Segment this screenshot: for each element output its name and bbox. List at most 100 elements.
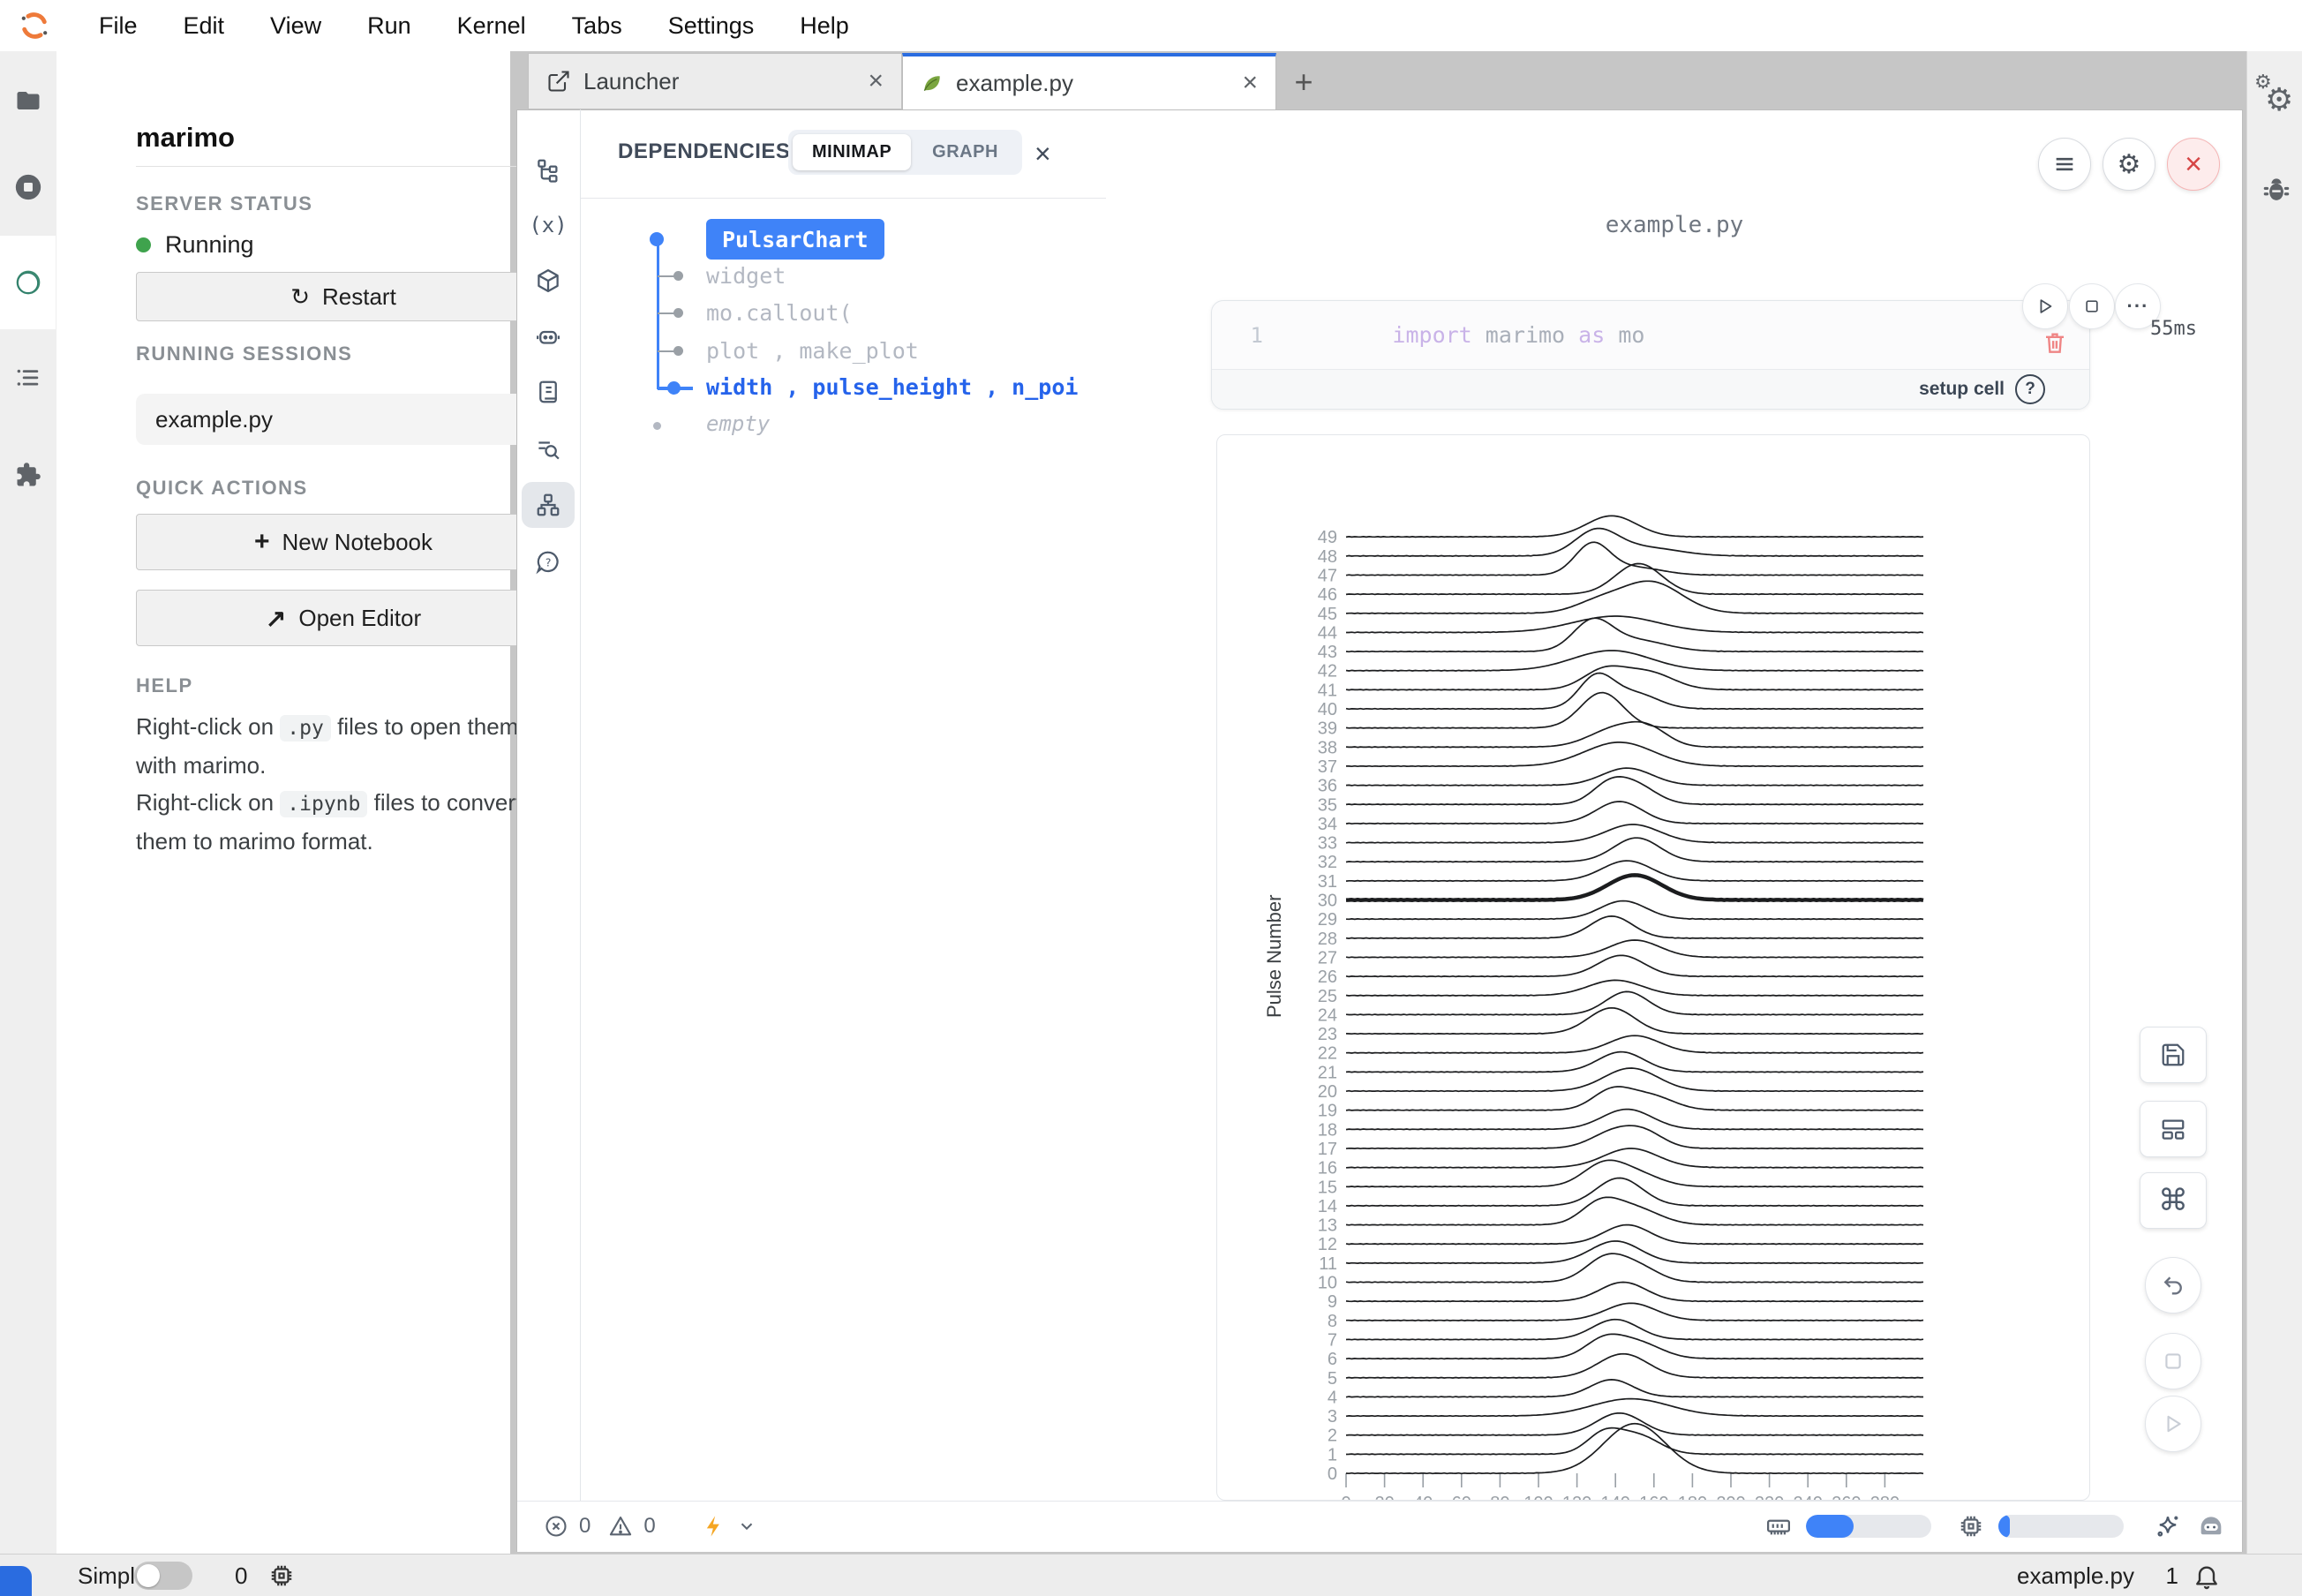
- notification-count: 1: [2166, 1555, 2178, 1596]
- packages-cube-icon[interactable]: [522, 258, 575, 304]
- running-list-icon[interactable]: [0, 360, 56, 395]
- arrow-up-right-icon: ↗: [266, 604, 286, 633]
- save-icon: [2160, 1042, 2186, 1068]
- chart-x-tick: 280: [1870, 1494, 1900, 1501]
- menu-kernel[interactable]: Kernel: [434, 0, 549, 51]
- kernel-chip-icon[interactable]: [268, 1562, 295, 1589]
- dep-node-plot[interactable]: plot , make_plot: [706, 338, 919, 364]
- close-tab-icon[interactable]: ×: [868, 68, 884, 94]
- dependency-graph-icon[interactable]: [522, 482, 575, 528]
- interrupt-button[interactable]: [2145, 1333, 2201, 1389]
- chart-y-tick: 45: [1318, 605, 1337, 624]
- chart-y-tick: 31: [1318, 872, 1337, 892]
- file-browser-icon[interactable]: [0, 83, 56, 118]
- plus-icon: +: [254, 527, 270, 557]
- chart-y-tick: 21: [1318, 1063, 1337, 1082]
- file-tree-icon[interactable]: [522, 147, 575, 193]
- menu-file[interactable]: File: [76, 0, 161, 51]
- ai-sparkle-icon[interactable]: [2154, 1512, 2182, 1540]
- open-editor-button[interactable]: ↗ Open Editor: [136, 590, 551, 646]
- chart-x-tick: 20: [1374, 1494, 1394, 1501]
- chart-x-tick: 40: [1413, 1494, 1433, 1501]
- dep-node-callout[interactable]: mo.callout(: [706, 300, 853, 326]
- property-inspector-gears-icon[interactable]: ⚙ ⚙: [2256, 78, 2295, 117]
- logs-scroll-icon[interactable]: [522, 369, 575, 415]
- bell-icon[interactable]: [2193, 1562, 2221, 1590]
- stop-cell-button[interactable]: [2069, 283, 2115, 329]
- help-bubble-icon[interactable]: ?: [522, 539, 575, 585]
- undo-button[interactable]: [2145, 1257, 2201, 1314]
- debugger-bug-icon[interactable]: [2260, 173, 2293, 207]
- restart-server-button[interactable]: ↻ Restart: [136, 272, 551, 321]
- tree-node-dot: [650, 232, 664, 246]
- menu-view[interactable]: View: [247, 0, 344, 51]
- left-activity-rail: [0, 51, 57, 1554]
- menu-settings[interactable]: Settings: [645, 0, 778, 51]
- stop-sessions-icon[interactable]: [0, 169, 56, 205]
- server-status: Running: [136, 231, 254, 259]
- chart-y-tick: 22: [1318, 1044, 1337, 1064]
- menu-items: File Edit View Run Kernel Tabs Settings …: [76, 0, 872, 51]
- mode-indicator-badge: [0, 1566, 32, 1596]
- chart-y-tick: 27: [1318, 948, 1337, 967]
- menu-edit[interactable]: Edit: [161, 0, 248, 51]
- menu-run[interactable]: Run: [344, 0, 434, 51]
- dep-node-pulsarchart[interactable]: PulsarChart: [706, 219, 884, 260]
- ai-robot-icon[interactable]: [522, 313, 575, 359]
- dep-node-width-pulseheight[interactable]: width , pulse_height , n_poi: [706, 374, 1078, 400]
- warnings-icon[interactable]: [608, 1514, 633, 1539]
- notebook-menu-button[interactable]: [2038, 138, 2091, 191]
- statusbar-filename: example.py: [2017, 1555, 2134, 1596]
- setup-help-icon[interactable]: ?: [2015, 374, 2045, 404]
- errors-icon[interactable]: [544, 1514, 568, 1539]
- code-editor[interactable]: 1 import marimo as mo: [1212, 301, 2089, 369]
- toggle-minimap[interactable]: MINIMAP: [793, 134, 911, 170]
- save-notebook-button[interactable]: [2140, 1027, 2207, 1083]
- cpu-usage-meter: [1998, 1515, 2124, 1538]
- delete-cell-trash-icon[interactable]: [2042, 329, 2068, 356]
- dep-node-widget[interactable]: widget: [706, 263, 786, 289]
- chart-x-tick: 180: [1678, 1494, 1707, 1501]
- stop-icon: [2162, 1350, 2185, 1373]
- tab-launcher[interactable]: Launcher ×: [528, 53, 902, 109]
- new-notebook-button[interactable]: + New Notebook: [136, 514, 551, 570]
- command-palette-button[interactable]: ⌘: [2140, 1172, 2207, 1229]
- chart-y-tick: 19: [1318, 1102, 1337, 1121]
- copilot-robot-icon[interactable]: [2196, 1511, 2226, 1541]
- stop-icon: [2083, 297, 2101, 315]
- notebook-settings-button[interactable]: ⚙: [2103, 138, 2155, 191]
- chart-x-tick: 240: [1794, 1494, 1823, 1501]
- setup-cell-label: setup cell: [1919, 379, 2005, 400]
- outline-search-icon[interactable]: [522, 426, 575, 472]
- chart-y-tick: 6: [1328, 1350, 1337, 1369]
- run-cell-button[interactable]: [2022, 283, 2068, 329]
- chart-y-tick: 23: [1318, 1025, 1337, 1044]
- extensions-puzzle-icon[interactable]: [0, 457, 56, 493]
- shutdown-button[interactable]: ×: [2167, 138, 2220, 191]
- marimo-panel-icon[interactable]: [0, 265, 56, 300]
- chart-y-tick: 32: [1318, 853, 1337, 872]
- session-item[interactable]: example.py ×: [136, 394, 551, 445]
- new-tab-button[interactable]: +: [1282, 60, 1326, 104]
- play-icon: [2035, 297, 2055, 316]
- variables-icon[interactable]: (x): [522, 202, 575, 248]
- chart-y-tick: 42: [1318, 662, 1337, 681]
- simple-mode-toggle[interactable]: [134, 1562, 192, 1590]
- run-mode-lightning-icon[interactable]: [702, 1514, 726, 1539]
- gear-icon: ⚙: [2118, 149, 2141, 180]
- setup-cell: 1 import marimo as mo setup cell ?: [1211, 300, 2090, 410]
- ram-icon: [1765, 1513, 1792, 1540]
- help-heading: HELP: [136, 674, 193, 697]
- layout-toggle-button[interactable]: [2140, 1101, 2207, 1157]
- close-tab-icon[interactable]: ×: [1242, 70, 1258, 96]
- dep-node-empty[interactable]: empty: [706, 411, 770, 436]
- run-all-button[interactable]: [2145, 1396, 2201, 1452]
- menu-help[interactable]: Help: [777, 0, 872, 51]
- chevron-down-icon[interactable]: [737, 1517, 756, 1536]
- tab-example-py[interactable]: example.py ×: [902, 53, 1276, 109]
- menu-tabs[interactable]: Tabs: [549, 0, 645, 51]
- toggle-graph[interactable]: GRAPH: [913, 134, 1018, 170]
- chart-y-tick: 36: [1318, 777, 1337, 796]
- chart-y-tick: 30: [1318, 892, 1337, 911]
- close-dependencies-icon[interactable]: ×: [1034, 139, 1051, 168]
